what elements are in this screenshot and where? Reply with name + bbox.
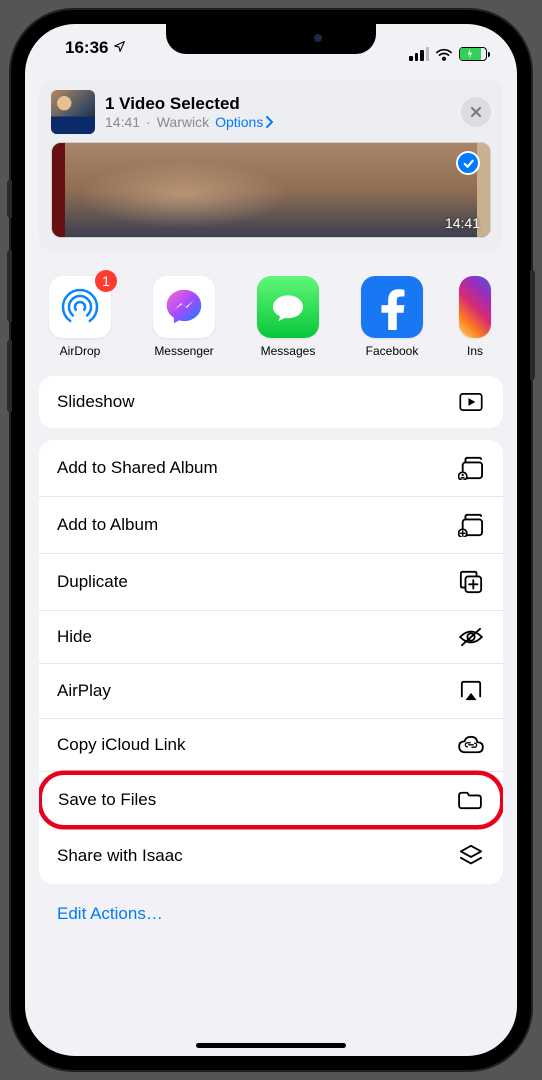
- cloud-link-icon: [457, 735, 485, 755]
- duplicate-icon: [457, 570, 485, 594]
- selected-checkmark-icon: [456, 151, 480, 175]
- messages-icon: [268, 287, 308, 327]
- volume-up: [7, 250, 12, 322]
- play-icon: [457, 392, 485, 412]
- app-airdrop[interactable]: 1 AirDrop: [43, 276, 117, 358]
- clock-label: 16:36: [65, 38, 108, 57]
- power-button: [530, 270, 535, 380]
- hide-icon: [457, 627, 485, 647]
- dot-separator: ·: [146, 114, 151, 130]
- wifi-icon: [435, 47, 453, 61]
- share-apps-row[interactable]: 1 AirDrop: [39, 252, 503, 376]
- action-label: Save to Files: [58, 790, 156, 810]
- action-group-main: Add to Shared Album Add to Album Duplica…: [39, 440, 503, 884]
- action-share-with-isaac[interactable]: Share with Isaac: [39, 828, 503, 884]
- action-label: AirPlay: [57, 681, 111, 701]
- action-add-shared-album[interactable]: Add to Shared Album: [39, 440, 503, 497]
- action-save-to-files[interactable]: Save to Files: [42, 775, 500, 825]
- close-icon: [470, 106, 482, 118]
- mute-switch: [7, 180, 12, 218]
- video-duration: 14:41: [445, 215, 480, 231]
- action-hide[interactable]: Hide: [39, 611, 503, 664]
- selection-subtitle: 14:41 · Warwick Options: [105, 114, 451, 130]
- edit-actions-link[interactable]: Edit Actions…: [39, 896, 503, 942]
- close-button[interactable]: [461, 97, 491, 127]
- action-label: Duplicate: [57, 572, 128, 592]
- selection-thumbnail[interactable]: [51, 90, 95, 134]
- selection-time: 14:41: [105, 114, 140, 130]
- messenger-icon: [161, 284, 207, 330]
- app-label: AirDrop: [60, 344, 101, 358]
- app-label: Messages: [261, 344, 316, 358]
- action-label: Slideshow: [57, 392, 135, 412]
- battery-icon: [459, 47, 487, 61]
- action-airplay[interactable]: AirPlay: [39, 664, 503, 719]
- app-facebook[interactable]: Facebook: [355, 276, 429, 358]
- action-slideshow[interactable]: Slideshow: [39, 376, 503, 428]
- app-messenger[interactable]: Messenger: [147, 276, 221, 358]
- airdrop-icon: [56, 283, 104, 331]
- album-shared-icon: [457, 456, 485, 480]
- stack-icon: [457, 844, 485, 868]
- action-duplicate[interactable]: Duplicate: [39, 554, 503, 611]
- album-add-icon: [457, 513, 485, 537]
- action-copy-icloud-link[interactable]: Copy iCloud Link: [39, 719, 503, 772]
- airplay-icon: [457, 680, 485, 702]
- action-label: Hide: [57, 627, 92, 647]
- selection-title: 1 Video Selected: [105, 94, 451, 114]
- app-messages[interactable]: Messages: [251, 276, 325, 358]
- app-label: Facebook: [366, 344, 419, 358]
- airdrop-badge: 1: [95, 270, 117, 292]
- action-label: Add to Shared Album: [57, 458, 218, 478]
- action-label: Copy iCloud Link: [57, 735, 186, 755]
- options-label: Options: [215, 114, 263, 130]
- facebook-icon: [375, 284, 409, 330]
- action-label: Share with Isaac: [57, 846, 183, 866]
- app-label: Messenger: [154, 344, 213, 358]
- chevron-right-icon: [265, 116, 273, 128]
- location-arrow-icon: [113, 40, 126, 53]
- video-preview[interactable]: 14:41: [51, 142, 491, 238]
- cell-signal-icon: [409, 47, 429, 61]
- action-label: Add to Album: [57, 515, 158, 535]
- screen: 16:36 1 Video S: [25, 24, 517, 1056]
- share-sheet: 1 Video Selected 14:41 · Warwick Options: [25, 70, 517, 942]
- phone-frame: 16:36 1 Video S: [11, 10, 531, 1070]
- action-group-slideshow: Slideshow: [39, 376, 503, 428]
- notch: [166, 24, 376, 54]
- app-instagram[interactable]: Ins: [459, 276, 491, 358]
- app-label: Ins: [459, 344, 491, 358]
- status-time: 16:36: [65, 38, 126, 70]
- share-header: 1 Video Selected 14:41 · Warwick Options: [39, 80, 503, 252]
- volume-down: [7, 340, 12, 412]
- action-add-album[interactable]: Add to Album: [39, 497, 503, 554]
- selection-location: Warwick: [157, 114, 209, 130]
- folder-icon: [456, 790, 484, 810]
- options-link[interactable]: Options: [215, 114, 273, 130]
- home-indicator[interactable]: [196, 1043, 346, 1048]
